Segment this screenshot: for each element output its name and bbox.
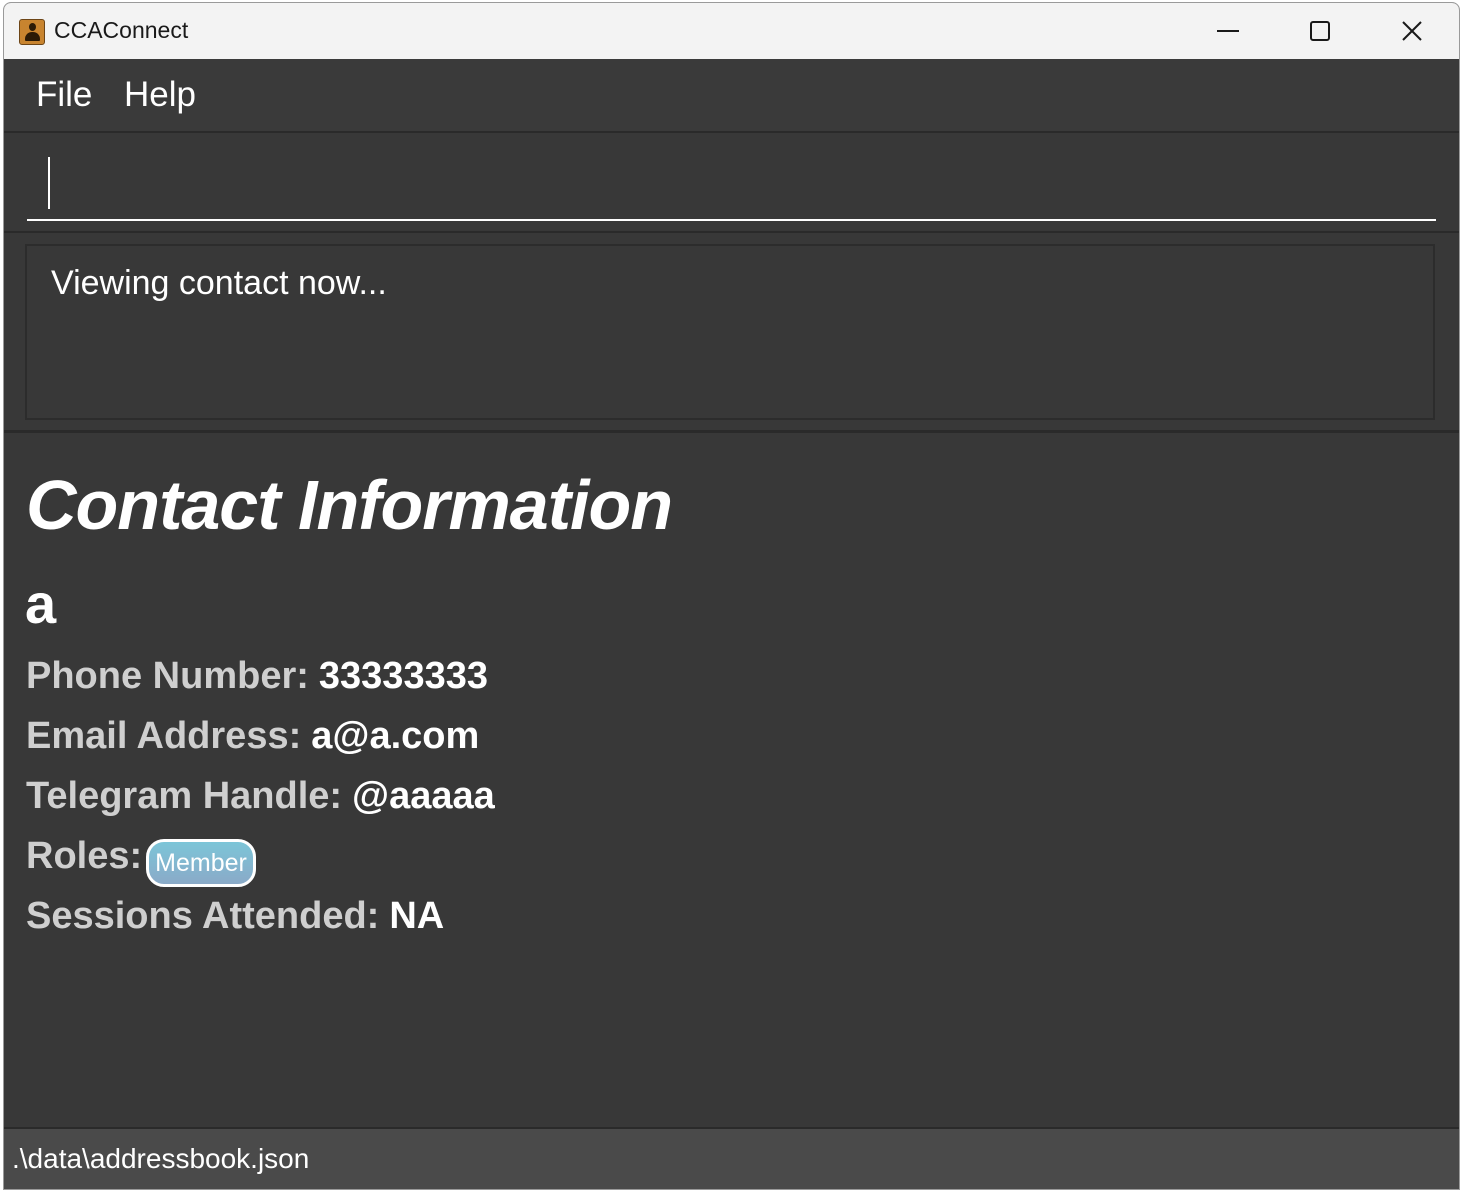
maximize-icon xyxy=(1310,21,1330,41)
close-button[interactable] xyxy=(1366,3,1458,59)
telegram-label: Telegram Handle: xyxy=(26,775,343,817)
sessions-field: Sessions Attended: NA xyxy=(26,895,444,938)
save-file-path: .\data\addressbook.json xyxy=(12,1143,310,1174)
telegram-value: @aaaaa xyxy=(352,775,495,817)
maximize-button[interactable] xyxy=(1274,3,1366,59)
phone-field: Phone Number: 33333333 xyxy=(26,655,488,698)
roles-field: Roles: xyxy=(26,835,142,878)
command-input[interactable] xyxy=(27,149,1436,221)
sessions-label: Sessions Attended: xyxy=(26,895,380,937)
contact-book-icon xyxy=(19,19,45,45)
status-bar: .\data\addressbook.json xyxy=(4,1127,1459,1189)
sessions-value: NA xyxy=(389,895,445,937)
telegram-field: Telegram Handle: @aaaaa xyxy=(26,775,495,818)
menu-help[interactable]: Help xyxy=(124,75,196,115)
roles-label: Roles: xyxy=(26,835,143,877)
text-caret xyxy=(48,157,50,209)
contact-heading: Contact Information xyxy=(26,466,673,544)
menu-bar: File Help xyxy=(4,59,1459,131)
result-message: Viewing contact now... xyxy=(51,264,387,302)
close-icon xyxy=(1402,21,1422,41)
email-label: Email Address: xyxy=(26,715,302,757)
email-field: Email Address: a@a.com xyxy=(26,715,479,758)
contact-name: a xyxy=(25,572,57,635)
phone-value: 33333333 xyxy=(318,655,488,697)
app-window: CCAConnect File Help Viewing contact now… xyxy=(3,2,1460,1190)
result-display-pane: Viewing contact now... xyxy=(4,233,1459,433)
command-box xyxy=(4,131,1459,233)
menu-file[interactable]: File xyxy=(36,75,92,115)
phone-label: Phone Number: xyxy=(26,655,309,697)
title-bar[interactable]: CCAConnect xyxy=(4,3,1459,59)
contact-panel: Contact Information a Phone Number: 33333… xyxy=(4,435,1459,1127)
minimize-button[interactable] xyxy=(1182,3,1274,59)
window-title: CCAConnect xyxy=(54,17,189,43)
email-value: a@a.com xyxy=(311,715,480,757)
role-badge: Member xyxy=(146,839,256,887)
minimize-icon xyxy=(1217,30,1239,32)
result-display[interactable]: Viewing contact now... xyxy=(25,244,1435,420)
